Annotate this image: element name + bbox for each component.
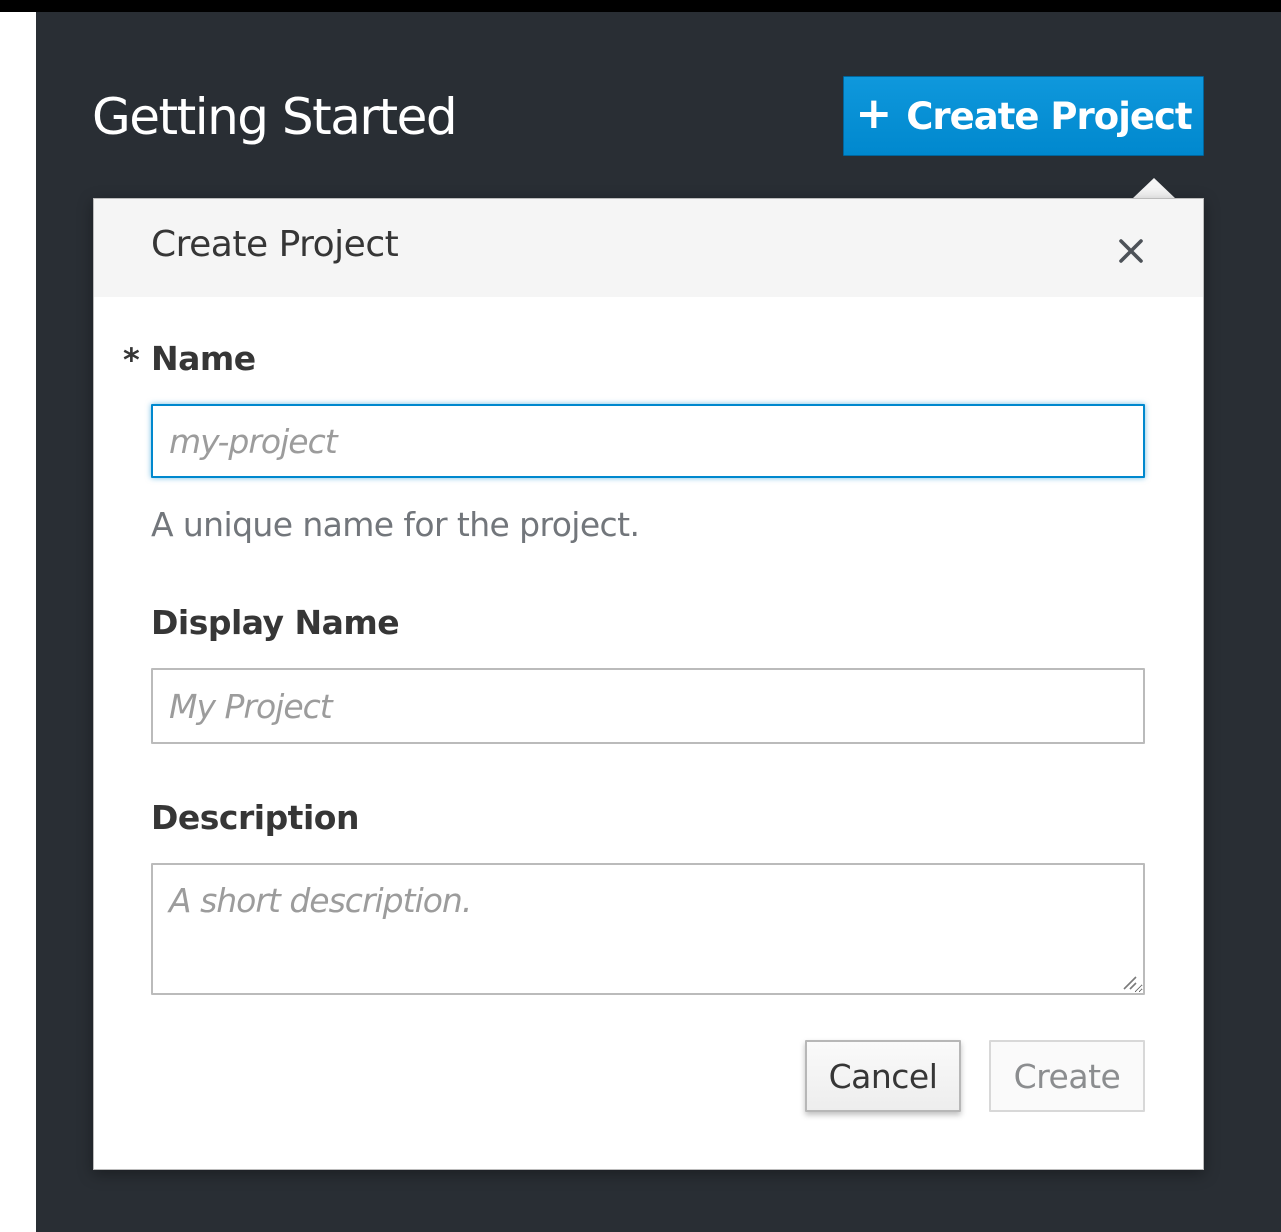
popover-arrow [1132,178,1176,199]
create-project-button[interactable]: + Create Project [843,76,1204,156]
window-top-edge [0,0,1281,12]
plus-icon: + [855,88,893,139]
screen: Getting Started + Create Project Create … [0,0,1281,1232]
create-project-button-label: Create Project [906,94,1192,138]
create-button[interactable]: Create [989,1040,1145,1112]
popover-title: Create Project [151,224,399,265]
name-input[interactable] [151,404,1145,478]
cancel-button[interactable]: Cancel [805,1040,961,1112]
close-button[interactable] [1106,229,1156,273]
display-name-label: Display Name [151,603,400,642]
display-name-input[interactable] [151,668,1145,744]
name-help-text: A unique name for the project. [151,505,640,544]
name-label: Name [151,339,256,378]
create-project-popover: Create Project * Name A unique name for … [93,198,1204,1170]
page-title: Getting Started [92,88,458,146]
close-icon [1119,239,1143,263]
description-textarea[interactable] [151,863,1145,995]
required-marker: * [123,341,140,379]
description-label: Description [151,798,359,837]
popover-header: Create Project [94,199,1203,297]
